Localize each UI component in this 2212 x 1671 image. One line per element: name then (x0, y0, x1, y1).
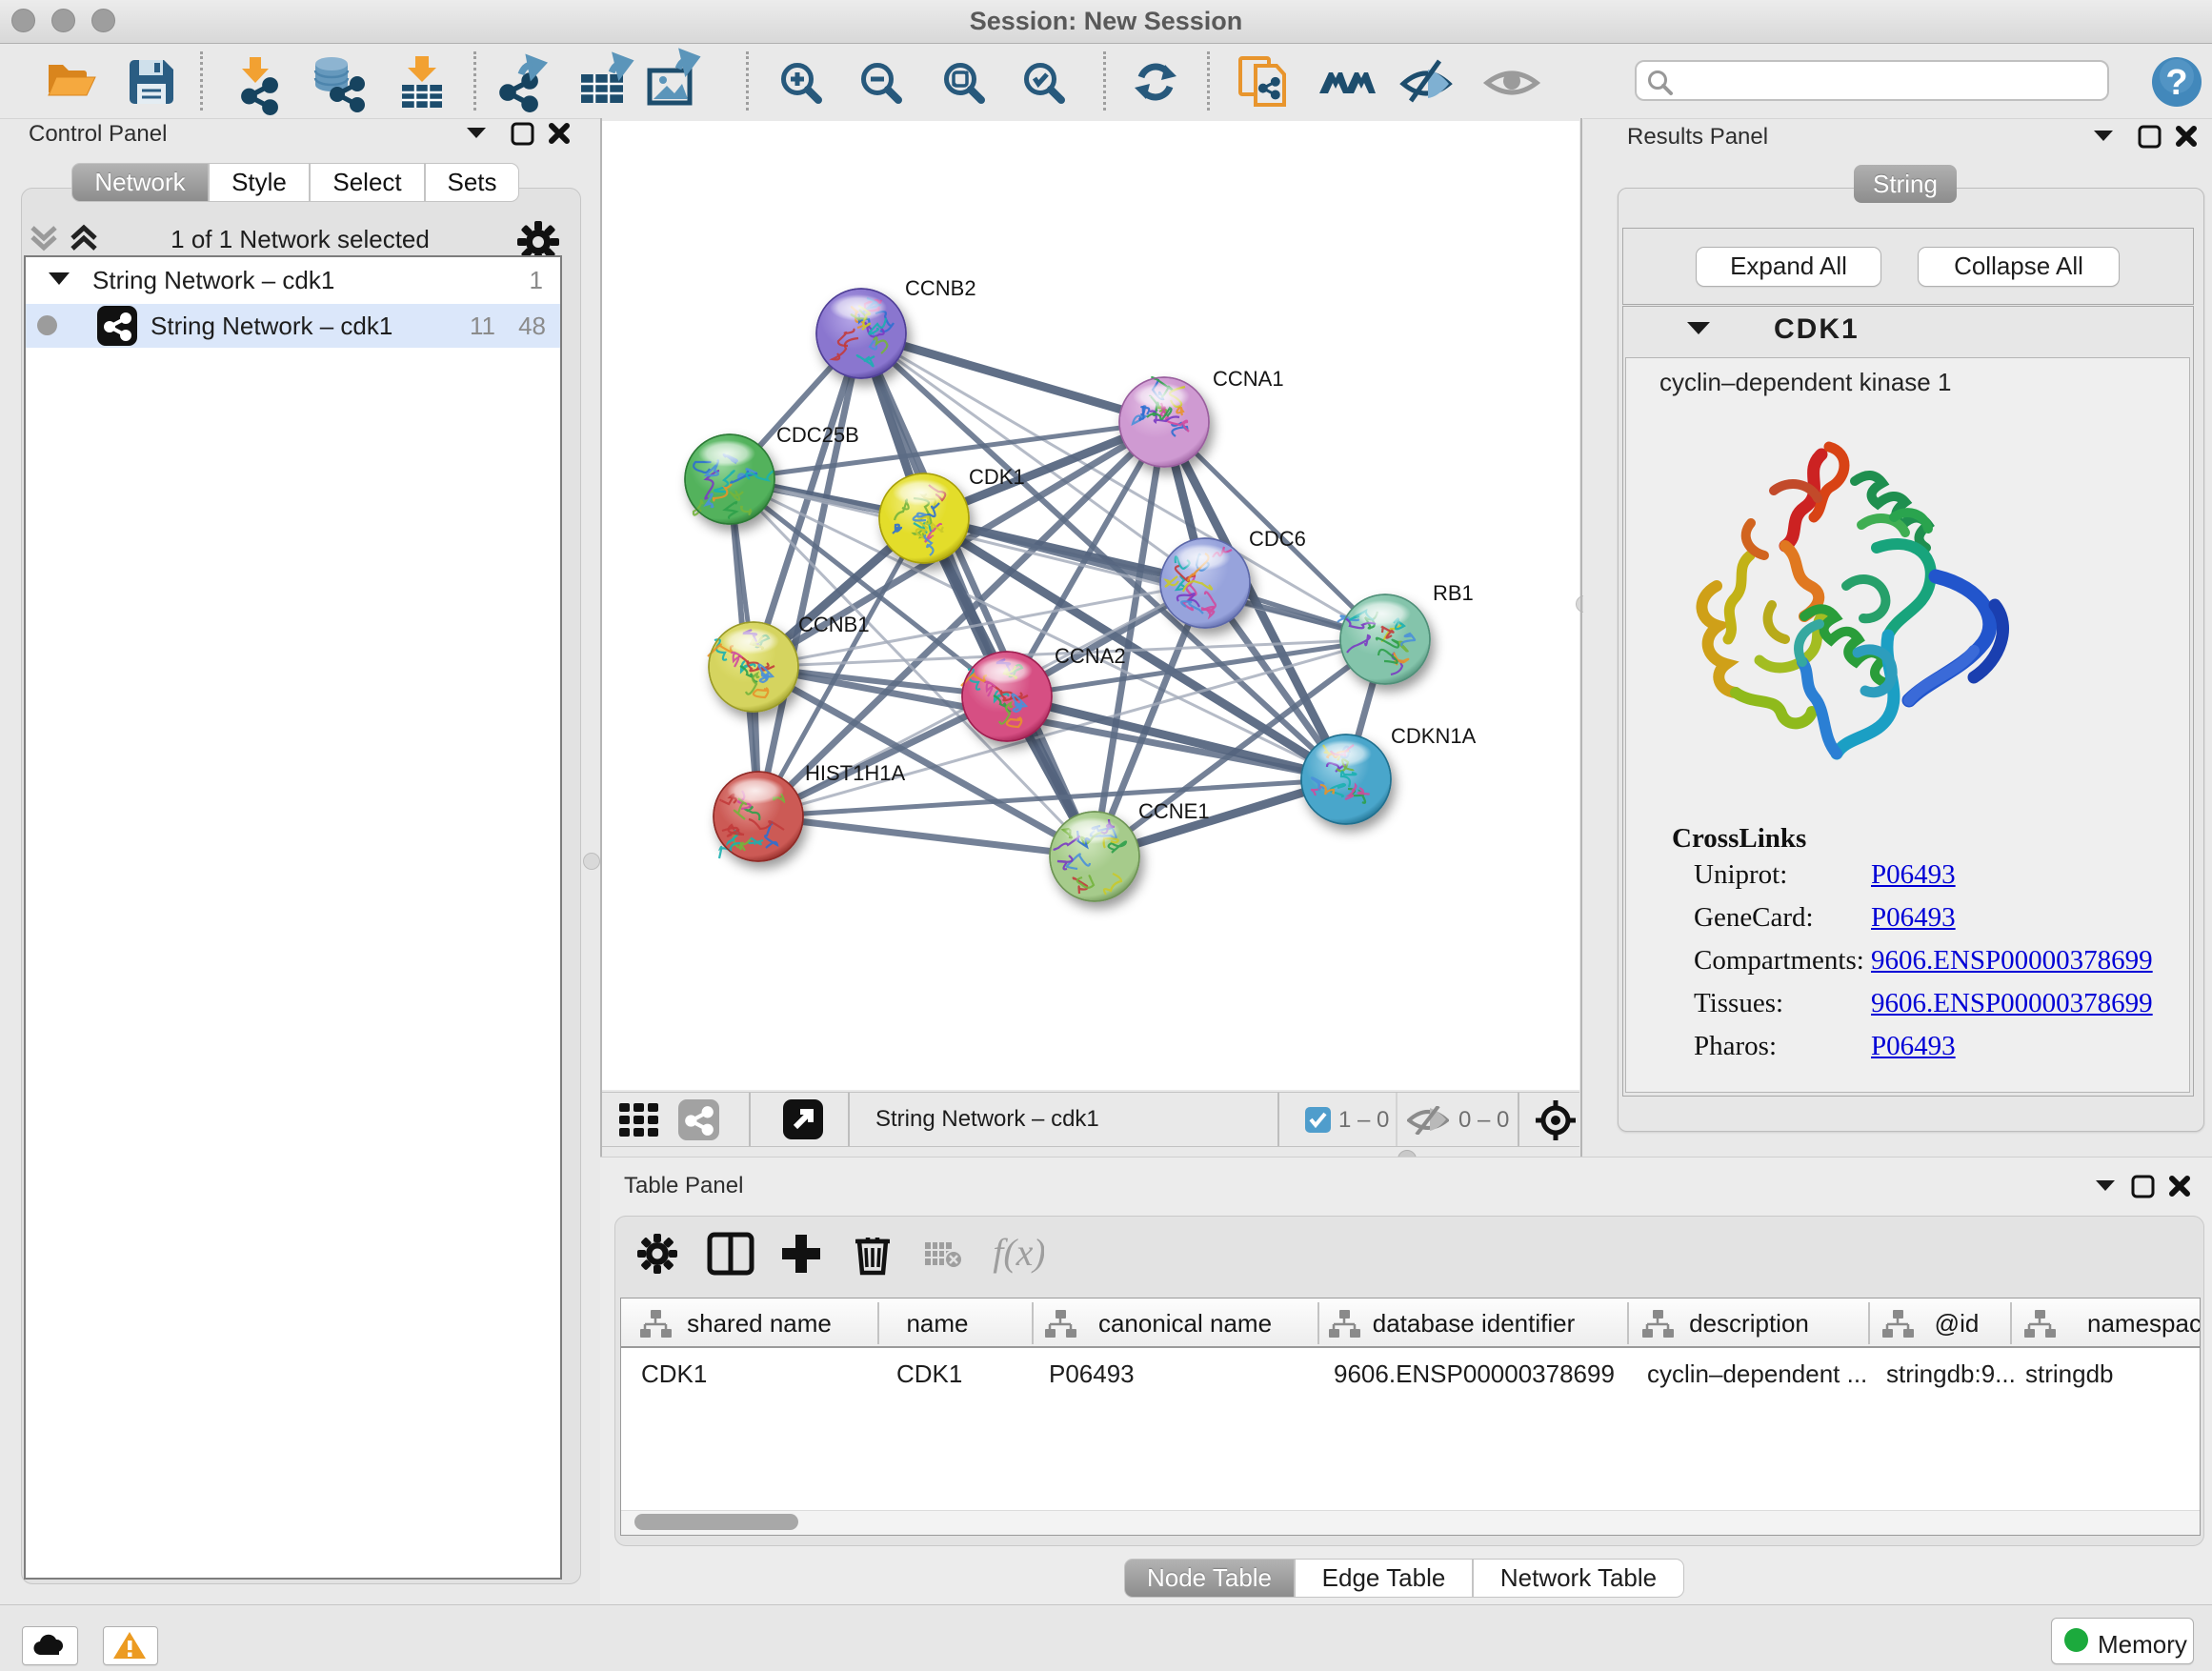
svg-text:CCNB2: CCNB2 (905, 276, 976, 300)
svg-text:CCNA1: CCNA1 (1213, 367, 1284, 391)
svg-text:CDKN1A: CDKN1A (1391, 724, 1477, 748)
svg-text:namespace: namespace (2087, 1309, 2200, 1338)
svg-text:CCNB1: CCNB1 (798, 613, 870, 636)
svg-text:CDC6: CDC6 (1249, 527, 1306, 551)
svg-text:@id: @id (1935, 1309, 1980, 1338)
svg-text:?: ? (2165, 63, 2187, 103)
svg-text:HIST1H1A: HIST1H1A (805, 761, 905, 785)
svg-text:RB1: RB1 (1433, 581, 1474, 605)
svg-text:canonical name: canonical name (1098, 1309, 1272, 1338)
svg-text:name: name (906, 1309, 968, 1338)
svg-text:CCNE1: CCNE1 (1138, 799, 1210, 823)
svg-text:CDK1: CDK1 (969, 465, 1025, 489)
svg-text:f(x): f(x) (993, 1231, 1044, 1274)
svg-text:description: description (1689, 1309, 1809, 1338)
svg-text:CDC25B: CDC25B (776, 423, 859, 447)
svg-text:database identifier: database identifier (1373, 1309, 1576, 1338)
svg-text:shared name: shared name (687, 1309, 832, 1338)
svg-text:CCNA2: CCNA2 (1055, 644, 1126, 668)
